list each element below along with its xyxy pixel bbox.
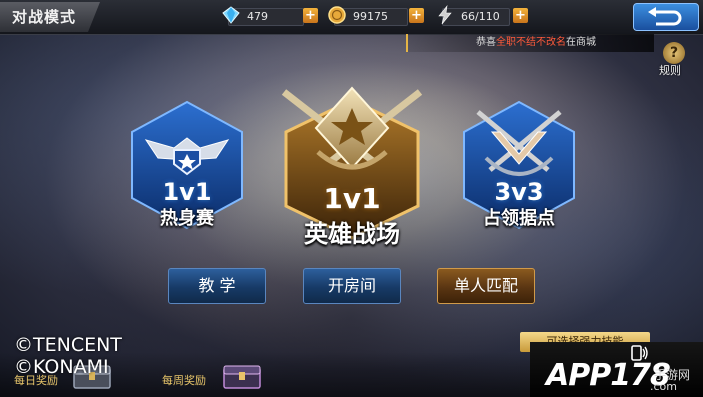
- rules-button[interactable]: ? 规则: [657, 42, 691, 77]
- watermark-tag: 手游网: [654, 368, 691, 382]
- coin-counter: 99175: [328, 6, 408, 26]
- coin-value: 99175: [353, 10, 388, 23]
- tutorial-button[interactable]: 教 学: [168, 268, 266, 304]
- weekly-chest-icon[interactable]: [220, 360, 264, 390]
- solo-match-button[interactable]: 单人匹配: [437, 268, 535, 304]
- copyright-konami: ©KONAMI: [14, 356, 109, 378]
- gem-counter: 479: [222, 6, 304, 26]
- mode-hero-arena[interactable]: 1v1 英雄战场: [278, 82, 426, 252]
- question-icon: ?: [663, 42, 685, 64]
- ticker-prefix: 恭喜: [476, 37, 496, 48]
- coin-icon: [328, 6, 346, 24]
- add-gems-button[interactable]: +: [303, 8, 318, 23]
- diamond-icon: [222, 6, 240, 24]
- lightning-icon: [438, 5, 452, 25]
- mode-warmup[interactable]: 1v1 热身赛: [124, 98, 250, 238]
- rules-label: 规则: [659, 64, 681, 77]
- mode-hero-arena-name: 英雄战场: [304, 220, 400, 248]
- mode-capture-point-format: 3v3: [494, 178, 544, 206]
- create-room-button[interactable]: 开房间: [303, 268, 401, 304]
- mode-hero-arena-format: 1v1: [323, 182, 381, 215]
- weekly-reward-label: 每周奖励: [162, 374, 206, 387]
- energy-value: 66/110: [461, 10, 500, 23]
- ticker-highlight: 全职不结不改名: [496, 37, 566, 48]
- mode-warmup-format: 1v1: [162, 178, 212, 206]
- ticker-suffix: 在商城: [566, 37, 596, 48]
- top-bar: 对战模式 479 + 99175 + 66/110 +: [0, 0, 703, 35]
- ticker-message: 恭喜全职不结不改名在商城: [476, 34, 596, 52]
- energy-counter: 66/110: [438, 5, 510, 26]
- mode-capture-point-name: 占领据点: [483, 208, 555, 229]
- add-energy-button[interactable]: +: [513, 8, 528, 23]
- announcement-ticker: 恭喜全职不结不改名在商城: [406, 34, 654, 52]
- site-watermark: APP178 .com 手游网: [530, 342, 703, 397]
- copyright-tencent: ©TENCENT: [14, 334, 122, 356]
- mode-capture-point[interactable]: 3v3 占领据点: [456, 98, 582, 238]
- back-button[interactable]: [633, 3, 699, 31]
- gem-value: 479: [247, 10, 268, 23]
- copyright-notice: ©TENCENT ©KONAMI: [14, 334, 122, 378]
- page-title: 对战模式: [0, 2, 100, 32]
- mode-warmup-name: 热身赛: [160, 208, 214, 229]
- add-coins-button[interactable]: +: [409, 8, 424, 23]
- back-arrow-icon: [648, 7, 682, 26]
